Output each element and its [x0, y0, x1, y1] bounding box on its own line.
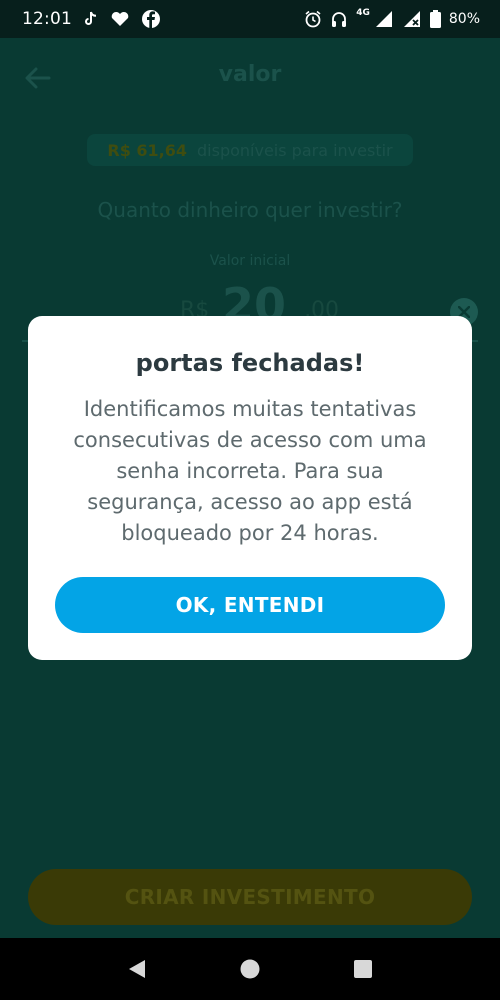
network-type: 4G	[356, 8, 370, 18]
tiktok-icon	[84, 11, 98, 27]
balance-chip: R$ 61,64 disponíveis para investir	[87, 134, 413, 166]
nav-home-button[interactable]	[230, 949, 270, 989]
ok-button[interactable]: OK, ENTENDI	[55, 577, 445, 633]
status-time: 12:01	[22, 9, 72, 29]
triangle-back-icon	[128, 960, 145, 978]
dialog-message: Identificamos muitas tentativas consecut…	[73, 397, 427, 545]
page-title: valor	[218, 62, 282, 87]
signal-icon	[374, 10, 394, 28]
signal-x-icon	[402, 10, 422, 28]
dialog-title: portas fechadas!	[135, 349, 365, 377]
alarm-icon	[304, 10, 322, 28]
status-bar: 12:01 4G 80%	[0, 0, 500, 38]
investment-question: Quanto dinheiro quer investir?	[97, 198, 403, 222]
status-right: 4G 80%	[304, 8, 480, 28]
create-investment-button[interactable]: CRIAR INVESTIMENTO	[28, 869, 472, 925]
value-label: Valor inicial	[209, 253, 291, 269]
navigation-bar	[0, 938, 500, 1000]
balance-amount: R$ 61,64	[107, 140, 188, 160]
battery-percent: 80%	[448, 11, 480, 27]
app-screen: 12:01 4G 80% valor R$ 61,64 disponíveis …	[0, 0, 500, 1000]
square-recents-icon	[354, 960, 373, 978]
heart-icon	[110, 11, 130, 27]
nav-recents-button[interactable]	[343, 949, 383, 989]
nav-back-button[interactable]	[117, 949, 157, 989]
blocked-access-dialog: portas fechadas! Identificamos muitas te…	[28, 316, 472, 660]
battery-icon	[429, 10, 441, 28]
headset-icon	[330, 10, 348, 28]
circle-home-icon	[240, 959, 260, 979]
balance-text: disponíveis para investir	[197, 140, 393, 160]
status-left: 12:01	[22, 9, 160, 29]
facebook-icon	[142, 10, 160, 28]
app-header: valor	[0, 38, 500, 118]
